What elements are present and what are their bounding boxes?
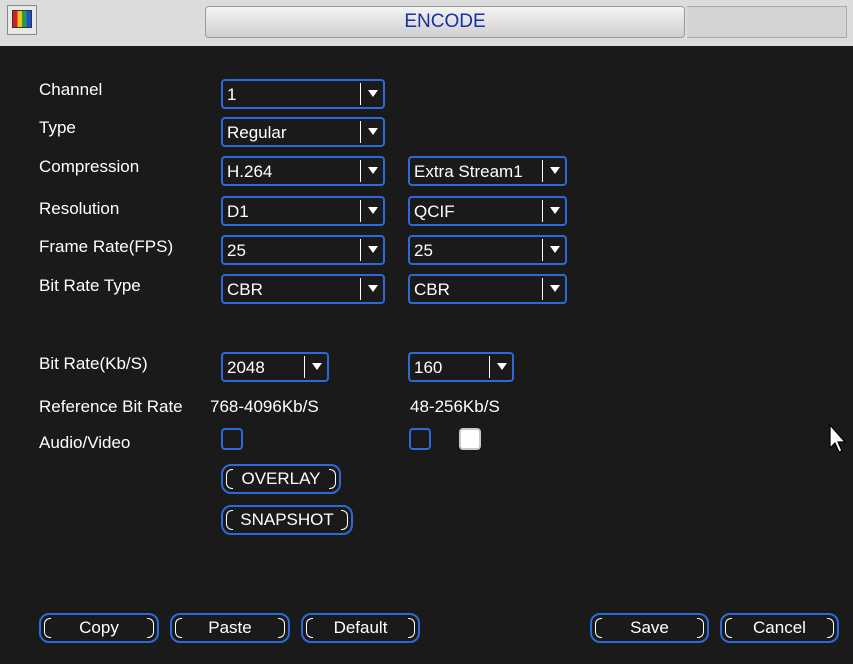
bit-rate-type-main-value: CBR: [227, 280, 263, 299]
paste-button[interactable]: Paste: [170, 613, 290, 643]
type-select[interactable]: Regular: [221, 117, 385, 147]
bit-rate-main-value: 2048: [227, 358, 265, 377]
copy-button[interactable]: Copy: [39, 613, 159, 643]
type-label: Type: [39, 118, 76, 137]
app-monitor-icon: [7, 5, 37, 35]
resolution-label: Resolution: [39, 199, 120, 218]
cancel-button[interactable]: Cancel: [720, 613, 839, 643]
reference-bit-rate-main: 768-4096Kb/S: [210, 397, 319, 416]
bit-rate-type-extra-select[interactable]: CBR: [408, 274, 567, 304]
channel-select[interactable]: 1: [221, 79, 385, 109]
chevron-down-icon: [497, 363, 507, 370]
overlay-button[interactable]: OVERLAY: [221, 464, 341, 494]
snapshot-button[interactable]: SNAPSHOT: [221, 505, 353, 535]
bit-rate-extra-select[interactable]: 160: [408, 352, 514, 382]
frame-rate-main-select[interactable]: 25: [221, 235, 385, 265]
bit-rate-type-extra-value: CBR: [414, 280, 450, 299]
extra-video-checkbox[interactable]: [409, 428, 431, 450]
type-value: Regular: [227, 123, 287, 142]
title-bar: ENCODE: [0, 0, 853, 46]
title-bar-right: [687, 6, 847, 38]
chevron-down-icon: [550, 207, 560, 214]
chevron-down-icon: [368, 285, 378, 292]
bit-rate-type-label: Bit Rate Type: [39, 276, 141, 295]
frame-rate-main-value: 25: [227, 241, 246, 260]
reference-bit-rate-label: Reference Bit Rate: [39, 397, 183, 416]
default-button[interactable]: Default: [301, 613, 420, 643]
bit-rate-type-main-select[interactable]: CBR: [221, 274, 385, 304]
bit-rate-label: Bit Rate(Kb/S): [39, 354, 148, 373]
reference-bit-rate-extra: 48-256Kb/S: [410, 397, 500, 416]
channel-label: Channel: [39, 80, 103, 99]
mouse-cursor-icon: [829, 424, 847, 453]
bit-rate-main-select[interactable]: 2048: [221, 352, 329, 382]
save-button[interactable]: Save: [590, 613, 709, 643]
stream-select[interactable]: Extra Stream1: [408, 156, 567, 186]
chevron-down-icon: [368, 246, 378, 253]
frame-rate-extra-select[interactable]: 25: [408, 235, 567, 265]
compression-main-select[interactable]: H.264: [221, 156, 385, 186]
main-audio-video-checkbox[interactable]: [221, 428, 243, 450]
chevron-down-icon: [550, 285, 560, 292]
chevron-down-icon: [368, 128, 378, 135]
resolution-main-select[interactable]: D1: [221, 196, 385, 226]
chevron-down-icon: [368, 207, 378, 214]
chevron-down-icon: [550, 246, 560, 253]
compression-label: Compression: [39, 157, 140, 176]
audio-video-label: Audio/Video: [39, 433, 131, 452]
window-title: ENCODE: [205, 6, 685, 38]
chevron-down-icon: [312, 363, 322, 370]
channel-value: 1: [227, 85, 237, 104]
chevron-down-icon: [550, 167, 560, 174]
bit-rate-extra-value: 160: [414, 358, 443, 377]
stream-value: Extra Stream1: [414, 162, 523, 181]
extra-audio-checkbox[interactable]: [459, 428, 481, 450]
frame-rate-extra-value: 25: [414, 241, 433, 260]
frame-rate-label: Frame Rate(FPS): [39, 237, 174, 256]
compression-main-value: H.264: [227, 162, 273, 181]
resolution-extra-value: QCIF: [414, 202, 455, 221]
chevron-down-icon: [368, 90, 378, 97]
chevron-down-icon: [368, 167, 378, 174]
resolution-main-value: D1: [227, 202, 249, 221]
resolution-extra-select[interactable]: QCIF: [408, 196, 567, 226]
